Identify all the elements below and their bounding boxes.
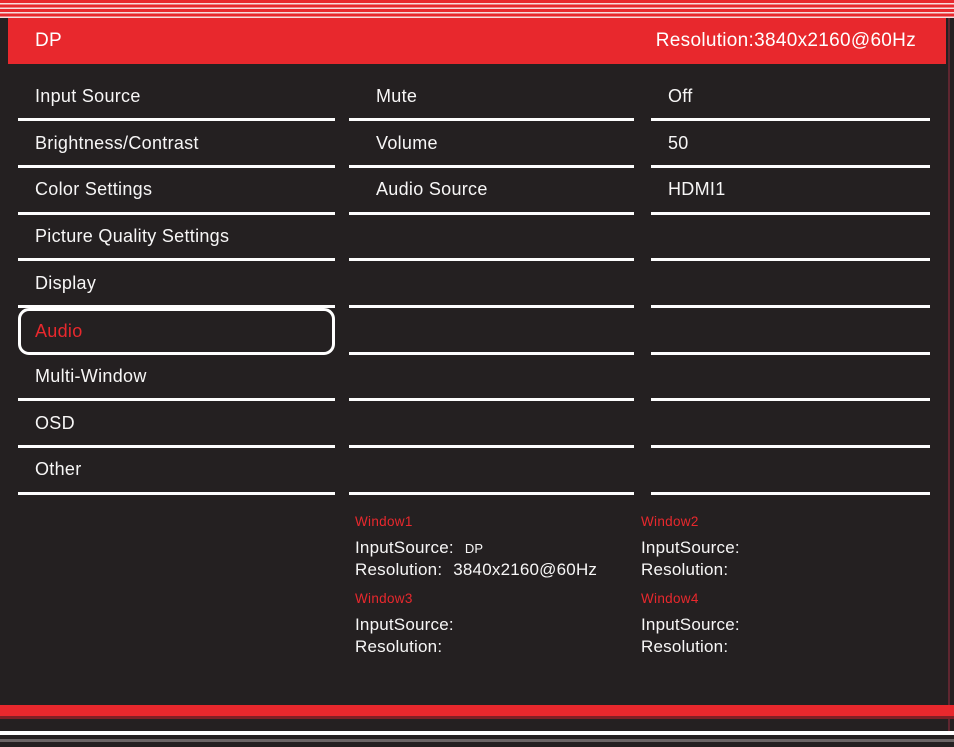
- setting-row-volume[interactable]: Volume: [349, 121, 634, 168]
- window-input-line: InputSource:: [641, 537, 923, 559]
- setting-row-empty: [349, 308, 634, 355]
- window-input-line: InputSource:: [355, 614, 637, 636]
- setting-value: Off: [668, 85, 693, 106]
- setting-value-empty: [651, 355, 930, 402]
- setting-row-audio-source[interactable]: Audio Source: [349, 168, 634, 215]
- window-info-4: Window4 InputSource: Resolution:: [641, 591, 923, 657]
- setting-value-empty: [651, 401, 930, 448]
- bottom-red-bar: [0, 705, 954, 719]
- setting-value-empty: [651, 308, 930, 355]
- top-stripe-border: [0, 0, 954, 18]
- setting-value-audio-source: HDMI1: [651, 168, 930, 215]
- osd-menu: DP Resolution:3840x2160@60Hz Input Sourc…: [0, 0, 954, 747]
- main-menu: Input Source Brightness/Contrast Color S…: [18, 75, 335, 495]
- menu-item-label: Input Source: [35, 85, 141, 106]
- settings-value-column: Off 50 HDMI1: [651, 75, 930, 495]
- menu-item-input-source[interactable]: Input Source: [18, 75, 335, 122]
- window-title: Window2: [641, 514, 699, 529]
- menu-item-label: OSD: [35, 412, 75, 433]
- menu-item-label: Multi-Window: [35, 365, 147, 386]
- menu-item-label: Brightness/Contrast: [35, 132, 199, 153]
- window-info-2: Window2 InputSource: Resolution:: [641, 514, 923, 580]
- resolution-value: 3840x2160@60Hz: [453, 560, 598, 579]
- input-source-label: InputSource:: [641, 615, 740, 634]
- window-resolution-line: Resolution:: [641, 636, 923, 657]
- settings-name-column: Mute Volume Audio Source: [349, 75, 634, 495]
- resolution-label: Resolution:3840x2160@60Hz: [655, 30, 916, 51]
- bottom-white-line: [0, 731, 954, 735]
- setting-value-empty: [651, 215, 930, 262]
- setting-value: 50: [668, 132, 689, 153]
- window-resolution-line: Resolution:: [355, 636, 637, 657]
- window-input-line: InputSource: DP: [355, 537, 637, 559]
- window-resolution-line: Resolution: 3840x2160@60Hz: [355, 559, 637, 580]
- setting-value-empty: [651, 261, 930, 308]
- right-edge-line: [947, 18, 950, 731]
- menu-item-multi-window[interactable]: Multi-Window: [18, 355, 335, 402]
- menu-item-label: Color Settings: [35, 179, 153, 200]
- resolution-label: Resolution:: [641, 637, 729, 656]
- menu-item-picture-quality-settings[interactable]: Picture Quality Settings: [18, 215, 335, 262]
- menu-item-osd[interactable]: OSD: [18, 401, 335, 448]
- setting-value-volume: 50: [651, 121, 930, 168]
- setting-row-empty: [349, 448, 634, 495]
- menu-item-other[interactable]: Other: [18, 448, 335, 495]
- window-title: Window1: [355, 514, 413, 529]
- window-title: Window4: [641, 591, 699, 606]
- setting-name: Mute: [376, 85, 418, 106]
- setting-row-empty: [349, 215, 634, 262]
- input-source-label: InputSource:: [641, 538, 740, 557]
- setting-value-empty: [651, 448, 930, 495]
- window-info-1: Window1 InputSource: DP Resolution: 3840x2…: [355, 514, 637, 580]
- bottom-gray-line: [0, 739, 954, 742]
- window-resolution-line: Resolution:: [641, 559, 923, 580]
- resolution-label: Resolution:: [355, 637, 443, 656]
- menu-item-brightness-contrast[interactable]: Brightness/Contrast: [18, 121, 335, 168]
- window-info-3: Window3 InputSource: Resolution:: [355, 591, 637, 657]
- setting-name: Audio Source: [376, 179, 488, 200]
- menu-item-label: Picture Quality Settings: [35, 225, 230, 246]
- resolution-label: Resolution:: [641, 560, 729, 579]
- setting-row-empty: [349, 355, 634, 402]
- setting-row-empty: [349, 261, 634, 308]
- menu-item-display[interactable]: Display: [18, 261, 335, 308]
- header-bar: DP Resolution:3840x2160@60Hz: [8, 18, 946, 64]
- setting-value: HDMI1: [668, 179, 726, 200]
- menu-item-label: Audio: [35, 320, 83, 341]
- menu-item-audio[interactable]: Audio: [18, 307, 335, 355]
- window-input-line: InputSource:: [641, 614, 923, 636]
- input-source-label: InputSource:: [355, 615, 454, 634]
- current-input-label: DP: [35, 30, 62, 51]
- resolution-label: Resolution:: [355, 560, 443, 579]
- input-source-label: InputSource:: [355, 538, 454, 557]
- menu-item-label: Other: [35, 459, 82, 480]
- input-source-value: DP: [464, 541, 484, 556]
- window-title: Window3: [355, 591, 413, 606]
- setting-value-mute: Off: [651, 75, 930, 122]
- menu-item-color-settings[interactable]: Color Settings: [18, 168, 335, 215]
- setting-row-mute[interactable]: Mute: [349, 75, 634, 122]
- menu-item-label: Display: [35, 272, 97, 293]
- setting-name: Volume: [376, 132, 438, 153]
- setting-row-empty: [349, 401, 634, 448]
